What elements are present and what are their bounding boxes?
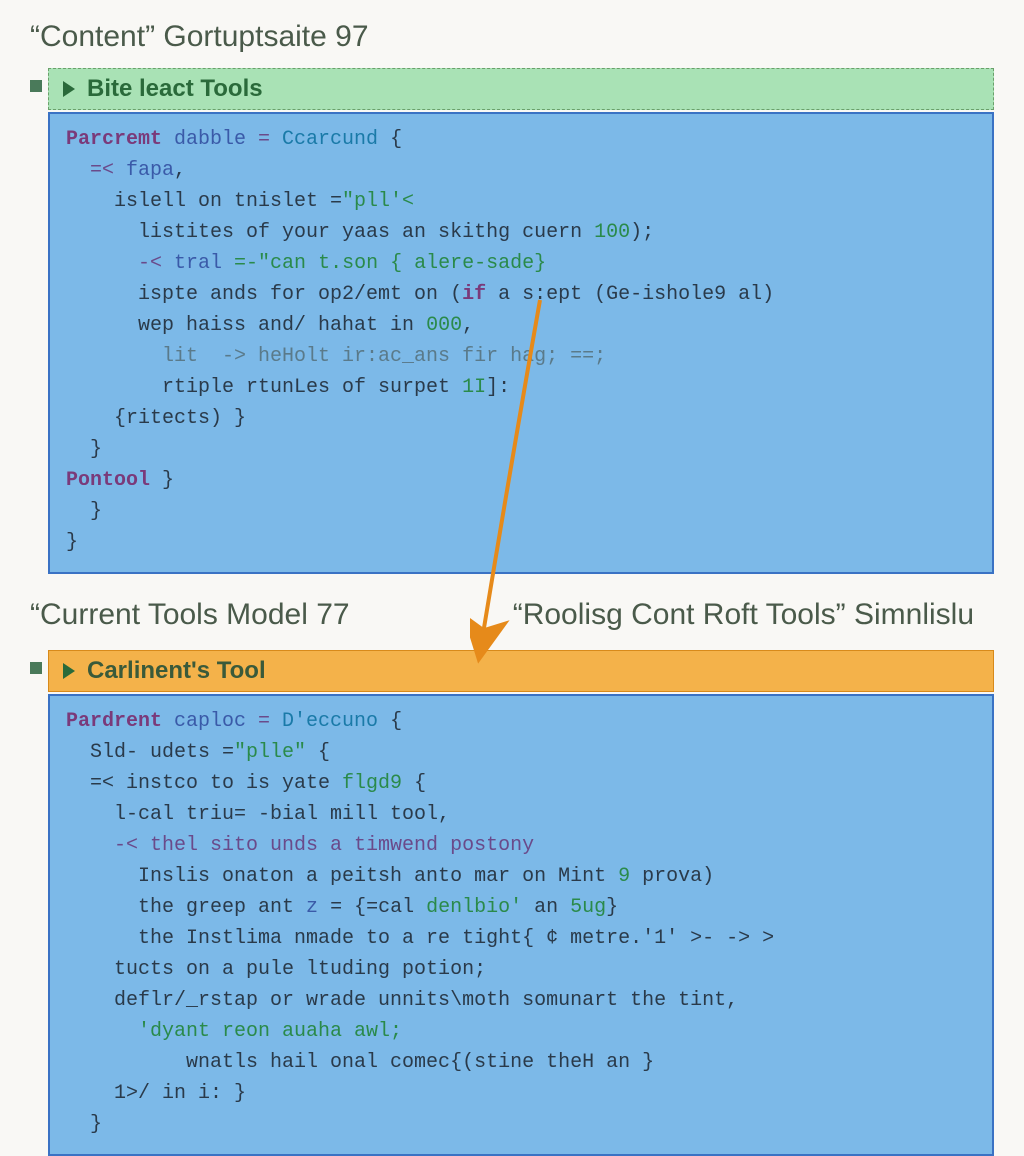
top-panel-header[interactable]: Bite leact Tools [48, 68, 994, 110]
mid-right-title: “Roolisg Cont Roft Tools” Simnlislu [513, 598, 974, 632]
bottom-panel-label: Carlinent's Tool [87, 657, 266, 685]
disclosure-triangle-icon[interactable] [63, 81, 75, 97]
top-code-block: Parcremt dabble = Ccarcund { =< fapa, is… [48, 112, 994, 574]
bottom-panel-header[interactable]: Carlinent's Tool [48, 650, 994, 692]
bottom-panel: Carlinent's Tool Pardrent caploc = D'ecc… [30, 650, 994, 1156]
top-panel: Bite leact Tools Parcremt dabble = Ccarc… [30, 68, 994, 574]
top-panel-label: Bite leact Tools [87, 75, 263, 103]
bullet-icon [30, 662, 42, 674]
disclosure-triangle-icon[interactable] [63, 663, 75, 679]
mid-left-title: “Current Tools Model 77 [30, 598, 350, 632]
bottom-code-block: Pardrent caploc = D'eccuno { Sld- udets … [48, 694, 994, 1156]
top-section-title: “Content” Gortuptsaite 97 [30, 20, 994, 54]
bullet-icon [30, 80, 42, 92]
mid-titles-row: “Current Tools Model 77 “Roolisg Cont Ro… [30, 598, 994, 646]
